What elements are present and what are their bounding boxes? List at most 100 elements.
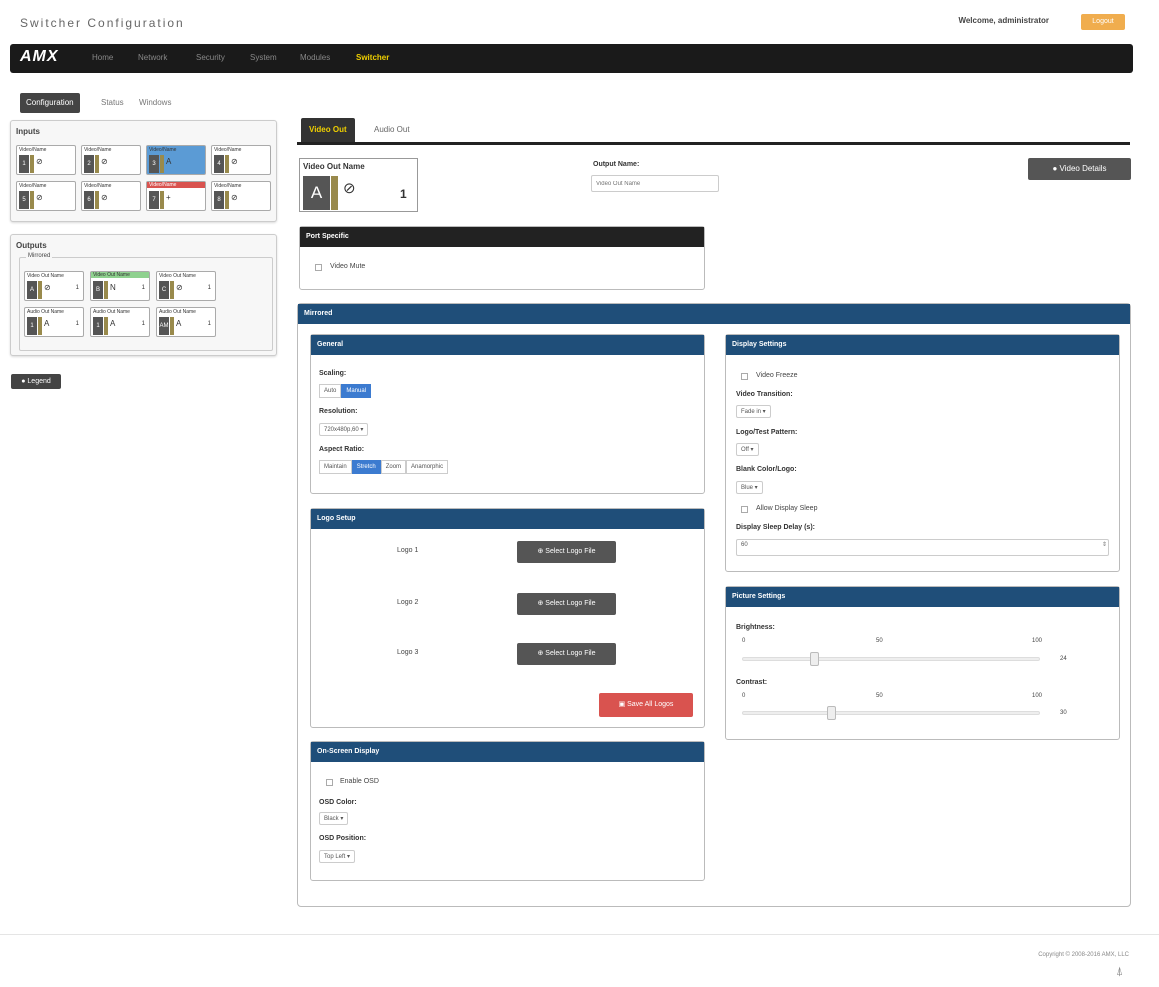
video-out-card[interactable]: Video Out Name A ⊘ 1 — [299, 158, 418, 212]
card-label: Audio Out Name — [93, 309, 130, 315]
aspect-anamorphic-button[interactable]: Anamorphic — [406, 460, 449, 474]
logo-test-pattern-dropdown[interactable]: Off ▾ — [736, 443, 759, 456]
video-mute-label: Video Mute — [330, 263, 366, 270]
enable-osd-label: Enable OSD — [340, 778, 379, 785]
brightness-tick-max: 100 — [1032, 638, 1043, 644]
card-bar — [160, 191, 164, 209]
aspect-ratio-toggle: Maintain Stretch Zoom Anamorphic — [319, 460, 449, 474]
general-title: General — [311, 335, 704, 355]
logo-test-pattern-label: Logo/Test Pattern: — [736, 429, 798, 436]
osd-position-dropdown[interactable]: Top Left ▾ — [319, 850, 356, 863]
input-card[interactable]: Video/Name 3 A — [146, 145, 206, 175]
select-logo-3-button[interactable]: ⊕ Select Logo File — [517, 643, 616, 665]
osd-color-dropdown[interactable]: Black ▾ — [319, 812, 349, 825]
brightness-slider-track[interactable] — [742, 657, 1040, 661]
video-details-label: Video Details — [1059, 164, 1107, 173]
card-label: Video/Name — [147, 182, 205, 188]
output-card[interactable]: Audio Out Name 1 A 1 — [24, 307, 84, 337]
nav-modules[interactable]: Modules — [300, 53, 330, 62]
display-settings-panel: Display Settings Video Freeze Video Tran… — [725, 334, 1120, 572]
input-card[interactable]: Video/Name 4 ⊘ — [211, 145, 271, 175]
tab-audio-out[interactable]: Audio Out — [366, 118, 418, 142]
card-bar — [225, 191, 229, 209]
enable-osd-checkbox[interactable] — [326, 779, 333, 786]
nav-home[interactable]: Home — [92, 53, 113, 62]
select-logo-2-button[interactable]: ⊕ Select Logo File — [517, 593, 616, 615]
allow-display-sleep-label: Allow Display Sleep — [756, 505, 818, 512]
card-id: 1 — [19, 155, 29, 173]
card-status-icon: ⊘ — [44, 283, 51, 292]
aspect-maintain-button[interactable]: Maintain — [319, 460, 352, 474]
tab-underline — [297, 142, 1130, 145]
display-sleep-delay-input[interactable]: 60 — [736, 539, 1109, 556]
output-card[interactable]: Video Out Name C ⊘ 1 — [156, 271, 216, 301]
tab-windows[interactable]: Windows — [133, 93, 177, 113]
input-card[interactable]: Video/Name 8 ⊘ — [211, 181, 271, 211]
aspect-ratio-label: Aspect Ratio: — [319, 446, 365, 453]
input-card[interactable]: Video/Name 7 + — [146, 181, 206, 211]
scaling-label: Scaling: — [319, 370, 347, 377]
output-card[interactable]: Video Out Name A ⊘ 1 — [24, 271, 84, 301]
output-card[interactable]: Audio Out Name 1 A 1 — [90, 307, 150, 337]
card-bar — [104, 317, 108, 335]
video-mute-checkbox[interactable] — [315, 264, 322, 271]
card-label: Video/Name — [19, 147, 47, 153]
brightness-slider-handle[interactable] — [809, 652, 819, 666]
input-card[interactable]: Video/Name 6 ⊘ — [81, 181, 141, 211]
card-number: 1 — [141, 285, 145, 291]
card-bar — [225, 155, 229, 173]
resolution-dropdown[interactable]: 720x480p,60 ▾ — [319, 423, 369, 436]
card-id: 8 — [214, 191, 224, 209]
resolution-label: Resolution: — [319, 408, 358, 415]
aspect-zoom-button[interactable]: Zoom — [380, 460, 407, 474]
logo-setup-panel: Logo Setup Logo 1 ⊕ Select Logo File Log… — [310, 508, 705, 728]
scaling-auto-button[interactable]: Auto — [319, 384, 342, 398]
spinner-icon[interactable]: ⇕ — [1102, 541, 1107, 548]
input-card[interactable]: Video/Name 5 ⊘ — [16, 181, 76, 211]
video-transition-label: Video Transition: — [736, 391, 793, 398]
card-id: 7 — [149, 191, 159, 209]
amx-logo: AMX — [20, 48, 59, 65]
input-card[interactable]: Video/Name 2 ⊘ — [81, 145, 141, 175]
output-card[interactable]: Audio Out Name AM A 1 — [156, 307, 216, 337]
card-id: 6 — [84, 191, 94, 209]
tab-video-out[interactable]: Video Out — [301, 118, 355, 142]
nav-system[interactable]: System — [250, 53, 277, 62]
card-bar — [30, 155, 34, 173]
allow-display-sleep-checkbox[interactable] — [741, 506, 748, 513]
output-name-input[interactable] — [591, 175, 719, 192]
logout-button[interactable]: Logout — [1081, 14, 1125, 30]
card-status-icon: ⊘ — [231, 193, 238, 202]
video-freeze-checkbox[interactable] — [741, 373, 748, 380]
tab-status[interactable]: Status — [95, 93, 130, 113]
card-status-icon: A — [44, 319, 50, 328]
brightness-tick-min: 0 — [742, 638, 746, 644]
video-details-button[interactable]: ● Video Details — [1028, 158, 1131, 180]
port-specific-title: Port Specific — [300, 227, 704, 247]
scaling-manual-button[interactable]: Manual — [341, 384, 372, 398]
contrast-slider-track[interactable] — [742, 711, 1040, 715]
aspect-stretch-button[interactable]: Stretch — [351, 460, 381, 474]
card-number: 1 — [141, 321, 145, 327]
brightness-label: Brightness: — [736, 624, 775, 631]
contrast-slider-handle[interactable] — [827, 706, 837, 720]
nav-switcher[interactable]: Switcher — [356, 53, 389, 62]
legend-button[interactable]: ● Legend — [11, 374, 61, 389]
output-card[interactable]: Video Out Name B N 1 — [90, 271, 150, 301]
select-logo-1-button[interactable]: ⊕ Select Logo File — [517, 541, 616, 563]
video-transition-dropdown[interactable]: Fade in ▾ — [736, 405, 771, 418]
save-all-logos-button[interactable]: ▣ Save All Logos — [599, 693, 693, 717]
outputs-panel: Outputs Mirrored Video Out Name A ⊘ 1 Video … — [10, 234, 277, 356]
card-label: Video Out Name — [159, 273, 196, 279]
input-card[interactable]: Video/Name 1 ⊘ — [16, 145, 76, 175]
card-status-icon: ⊘ — [101, 193, 108, 202]
blank-color-dropdown[interactable]: Blue ▾ — [736, 481, 763, 494]
tab-configuration[interactable]: Configuration — [20, 93, 80, 113]
card-status-icon: ⊘ — [231, 157, 238, 166]
nav-security[interactable]: Security — [196, 53, 225, 62]
mirrored-group-label: Mirrored — [26, 253, 53, 259]
video-out-card-title: Video Out Name — [303, 162, 365, 171]
nav-network[interactable]: Network — [138, 53, 167, 62]
card-number: 1 — [75, 285, 79, 291]
logo-1-label: Logo 1 — [397, 547, 419, 554]
